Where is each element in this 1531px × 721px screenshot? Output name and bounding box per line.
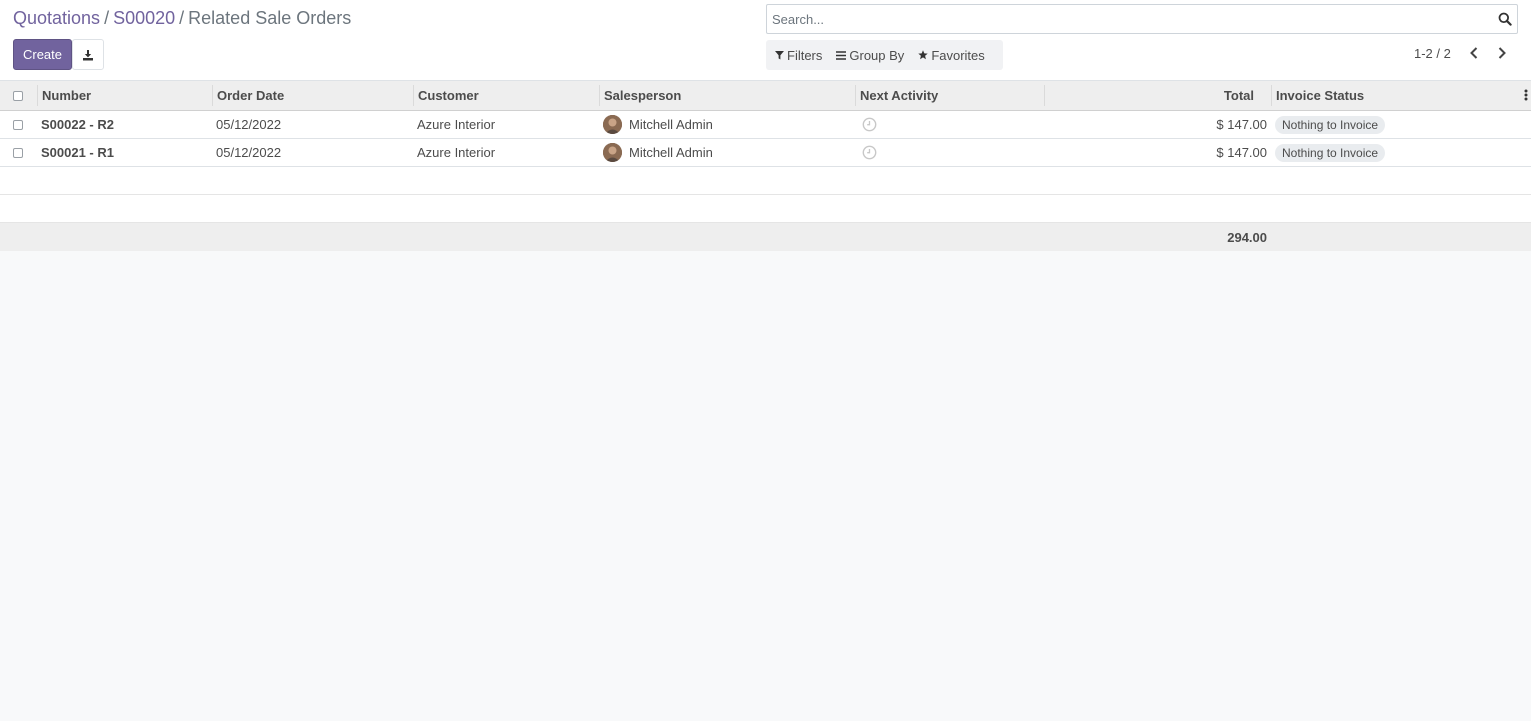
search-icon[interactable] <box>1498 12 1512 26</box>
invoice-status-cell: Nothing to Invoice <box>1275 111 1386 138</box>
row-checkbox-cell <box>13 139 23 166</box>
breadcrumb-current: Related Sale Orders <box>188 8 352 28</box>
filter-icon <box>775 50 784 60</box>
empty-row <box>0 167 1531 195</box>
control-panel: Quotations / S00020/Related Sale Orders Cr… <box>0 0 1531 80</box>
table-row[interactable]: S00021 - R1 05/12/2022 Azure Interior Mi… <box>0 139 1531 167</box>
salesperson-name: Mitchell Admin <box>629 117 713 132</box>
breadcrumb-separator: / <box>179 8 185 28</box>
table-footer: 294.00 <box>0 223 1531 251</box>
breadcrumb-quotations[interactable]: Quotations <box>13 8 100 28</box>
group-by-label: Group By <box>849 47 905 63</box>
status-badge: Nothing to Invoice <box>1275 143 1386 162</box>
bars-icon <box>836 50 847 60</box>
header-number[interactable]: Number <box>42 81 91 110</box>
column-divider <box>855 85 856 106</box>
favorites-label: Favorites <box>931 47 985 63</box>
select-all-checkbox[interactable] <box>13 90 23 101</box>
download-icon <box>83 49 93 60</box>
header-salesperson[interactable]: Salesperson <box>604 81 681 110</box>
next-activity-cell <box>862 111 877 138</box>
pager-previous-button[interactable] <box>1468 46 1480 63</box>
order-total: $ 147.00 <box>1216 145 1267 160</box>
avatar <box>603 115 622 134</box>
group-by-button[interactable]: Group By <box>827 40 909 70</box>
favorites-button[interactable]: Favorites <box>909 40 989 70</box>
pager-next-button[interactable] <box>1496 46 1508 63</box>
invoice-status-cell: Nothing to Invoice <box>1275 139 1386 166</box>
header-invoice-status[interactable]: Invoice Status <box>1276 81 1364 110</box>
pager-value[interactable]: 1-2 / 2 <box>1414 46 1451 61</box>
select-all-cell <box>13 81 23 110</box>
header-order-date[interactable]: Order Date <box>217 81 284 110</box>
star-icon <box>918 50 929 60</box>
filters-label: Filters <box>787 47 823 63</box>
order-date: 05/12/2022 <box>216 117 282 132</box>
chevron-left-icon <box>1470 47 1478 59</box>
row-checkbox-cell <box>13 111 23 138</box>
column-divider <box>37 85 38 106</box>
header-total[interactable]: Total <box>1224 81 1254 110</box>
salesperson-cell: Mitchell Admin <box>603 139 713 166</box>
clock-icon[interactable] <box>862 145 877 160</box>
search-input[interactable] <box>772 5 1492 33</box>
column-divider <box>212 85 213 106</box>
header-next-activity[interactable]: Next Activity <box>860 81 938 110</box>
order-date: 05/12/2022 <box>216 145 282 160</box>
customer: Azure Interior <box>417 117 496 132</box>
breadcrumb: Quotations / S00020/Related Sale Orders <box>13 7 351 29</box>
search-box <box>766 4 1518 34</box>
row-checkbox[interactable] <box>13 119 23 130</box>
column-divider <box>1044 85 1045 106</box>
empty-row <box>0 195 1531 223</box>
next-activity-cell <box>862 139 877 166</box>
optional-columns-icon[interactable] <box>1524 89 1528 101</box>
footer-total: 294.00 <box>1227 229 1267 245</box>
table-header: Number Order Date Customer Salesperson N… <box>0 80 1531 111</box>
filters-button[interactable]: Filters <box>766 40 827 70</box>
sale-orders-list: Number Order Date Customer Salesperson N… <box>0 80 1531 251</box>
order-number: S00022 - R2 <box>41 117 114 132</box>
column-divider <box>599 85 600 106</box>
create-button[interactable]: Create <box>13 39 72 70</box>
header-customer[interactable]: Customer <box>418 81 479 110</box>
order-total: $ 147.00 <box>1216 117 1267 132</box>
breadcrumb-s00020[interactable]: S00020 <box>113 8 175 28</box>
table-row[interactable]: S00022 - R2 05/12/2022 Azure Interior Mi… <box>0 111 1531 139</box>
row-checkbox[interactable] <box>13 147 23 158</box>
chevron-right-icon <box>1498 47 1506 59</box>
order-number: S00021 - R1 <box>41 145 114 160</box>
salesperson-cell: Mitchell Admin <box>603 111 713 138</box>
avatar <box>603 143 622 162</box>
download-button[interactable] <box>72 39 104 70</box>
column-divider <box>413 85 414 106</box>
search-options-bar: Filters Group By Favorites <box>766 40 1003 70</box>
column-divider <box>1271 85 1272 106</box>
salesperson-name: Mitchell Admin <box>629 145 713 160</box>
customer: Azure Interior <box>417 145 496 160</box>
clock-icon[interactable] <box>862 117 877 132</box>
breadcrumb-separator: / <box>104 8 110 28</box>
status-badge: Nothing to Invoice <box>1275 115 1386 134</box>
